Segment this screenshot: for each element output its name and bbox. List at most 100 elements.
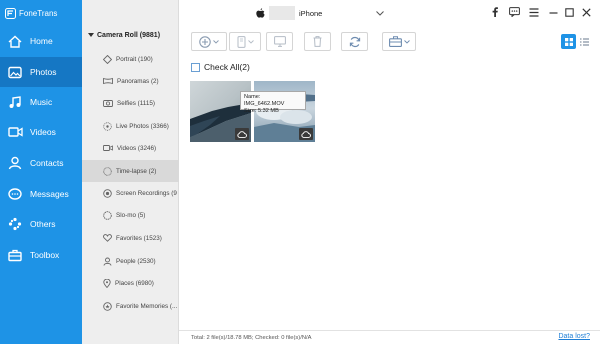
list-view-icon (580, 37, 589, 46)
menu-button[interactable] (528, 6, 540, 18)
close-button[interactable] (580, 6, 592, 18)
maximize-button[interactable] (563, 6, 575, 18)
album-label: Live Photos (3366) (116, 122, 169, 130)
album-item-portrait[interactable]: Portrait (190) (82, 48, 179, 70)
toolbox-icon (8, 249, 22, 261)
video-icon (103, 145, 113, 151)
feedback-button[interactable] (508, 6, 520, 18)
album-item-slo-mo[interactable]: Slo-mo (5) (82, 204, 179, 226)
chevron-down-icon (376, 10, 385, 16)
messages-icon (8, 187, 22, 200)
cloud-icon (301, 130, 311, 138)
screen-recording-icon (103, 188, 112, 198)
nav-item-photos[interactable]: Photos (0, 57, 82, 87)
nav-item-music[interactable]: Music (0, 87, 82, 117)
app-brand: FoneTrans (5, 6, 57, 20)
list-view-button[interactable] (577, 34, 592, 49)
check-all-checkbox[interactable]: Check All(2) (191, 62, 250, 72)
close-icon (581, 7, 591, 17)
export-to-device-button[interactable] (229, 32, 261, 51)
album-item-live-photos[interactable]: Live Photos (3366) (82, 115, 179, 137)
nav-item-videos[interactable]: Videos (0, 117, 82, 147)
phone-export-icon (237, 35, 245, 48)
status-summary: Total: 2 file(s)/18.78 MB; Checked: 0 fi… (191, 334, 312, 341)
icloud-badge (235, 128, 249, 140)
computer-icon (273, 36, 286, 47)
add-button[interactable] (191, 32, 227, 51)
album-label: Videos (3246) (117, 144, 157, 152)
music-icon (9, 95, 21, 108)
tooltip-file-name: Name: IMG_6462.MOV (244, 94, 285, 107)
nav-label: Messages (30, 189, 69, 199)
apple-icon (256, 7, 265, 18)
refresh-icon (349, 36, 360, 47)
album-label: Selfies (1115) (117, 99, 155, 107)
album-item-time-lapse[interactable]: Time-lapse (2) (82, 160, 179, 182)
album-root-label: Camera Roll (9881) (97, 31, 161, 39)
chevron-down-icon (403, 39, 410, 44)
delete-button[interactable] (304, 32, 331, 51)
nav-item-messages[interactable]: Messages (0, 179, 82, 209)
fonetrans-logo-icon (5, 7, 16, 19)
album-item-videos[interactable]: Videos (3246) (82, 137, 179, 159)
selfie-icon (103, 100, 113, 107)
maximize-icon (564, 7, 574, 17)
timelapse-icon (103, 166, 112, 176)
videos-icon (7, 127, 23, 137)
slomo-icon (103, 210, 112, 220)
nav-item-home[interactable]: Home (0, 26, 82, 56)
device-selector[interactable]: iPhone (256, 4, 385, 22)
nav-label: Toolbox (30, 250, 60, 260)
panorama-icon (103, 77, 113, 85)
app-name: FoneTrans (19, 8, 58, 18)
menu-icon (529, 7, 539, 17)
live-photo-icon (103, 121, 112, 131)
minimize-button[interactable] (547, 6, 559, 18)
album-item-favorite-memories[interactable]: Favorite Memories (... (82, 295, 179, 317)
icloud-badge (299, 128, 313, 140)
toolbox-button[interactable] (382, 32, 416, 51)
cloud-icon (237, 130, 247, 138)
portrait-icon (103, 54, 112, 64)
album-item-screen-recordings[interactable]: Screen Recordings (9 (82, 182, 179, 204)
album-label: Slo-mo (5) (116, 211, 146, 219)
album-label: Panoramas (2) (117, 77, 159, 85)
nav-label: Videos (30, 127, 56, 137)
album-label: Screen Recordings (9 (116, 189, 177, 197)
album-item-places[interactable]: Places (6980) (82, 272, 179, 294)
checkbox-box[interactable] (191, 62, 200, 72)
nav-item-contacts[interactable]: Contacts (0, 148, 82, 178)
nav-item-toolbox[interactable]: Toolbox (0, 240, 82, 270)
memories-icon (103, 301, 112, 311)
tooltip-file-size: Size: 5.32 MB (244, 108, 279, 114)
refresh-button[interactable] (341, 32, 368, 51)
album-panel: Camera Roll (9881) Portrait (190) Panora… (82, 0, 179, 344)
export-to-pc-button[interactable] (266, 32, 293, 51)
chat-bubble-icon (508, 7, 520, 17)
nav-label: Photos (30, 67, 57, 77)
album-item-people[interactable]: People (2530) (82, 250, 179, 272)
album-root-camera-roll[interactable]: Camera Roll (9881) (82, 27, 179, 43)
album-label: Favorites (1523) (116, 234, 162, 242)
album-item-favorites[interactable]: Favorites (1523) (82, 227, 179, 249)
status-bar: Total: 2 file(s)/18.78 MB; Checked: 0 fi… (179, 330, 600, 344)
album-item-selfies[interactable]: Selfies (1115) (82, 92, 179, 114)
home-icon (8, 35, 22, 48)
facebook-button[interactable] (489, 6, 501, 18)
album-item-panoramas[interactable]: Panoramas (2) (82, 70, 179, 92)
chevron-down-icon (247, 39, 254, 44)
minimize-icon (549, 11, 557, 14)
album-label: Time-lapse (2) (116, 167, 157, 175)
left-nav: FoneTrans Home Photos Music Videos Conta… (0, 0, 82, 344)
nav-item-others[interactable]: Others (0, 209, 82, 239)
grid-view-button[interactable] (561, 34, 576, 49)
device-name-redacted (269, 6, 295, 20)
device-name: iPhone (299, 8, 323, 18)
album-label: Portrait (190) (116, 55, 153, 63)
album-label: Favorite Memories (... (116, 302, 178, 310)
places-icon (103, 278, 111, 288)
chevron-down-icon (88, 32, 94, 37)
data-lost-link[interactable]: Data lost? (558, 333, 590, 340)
check-all-label: Check All(2) (204, 62, 250, 72)
chevron-down-icon (213, 39, 219, 44)
